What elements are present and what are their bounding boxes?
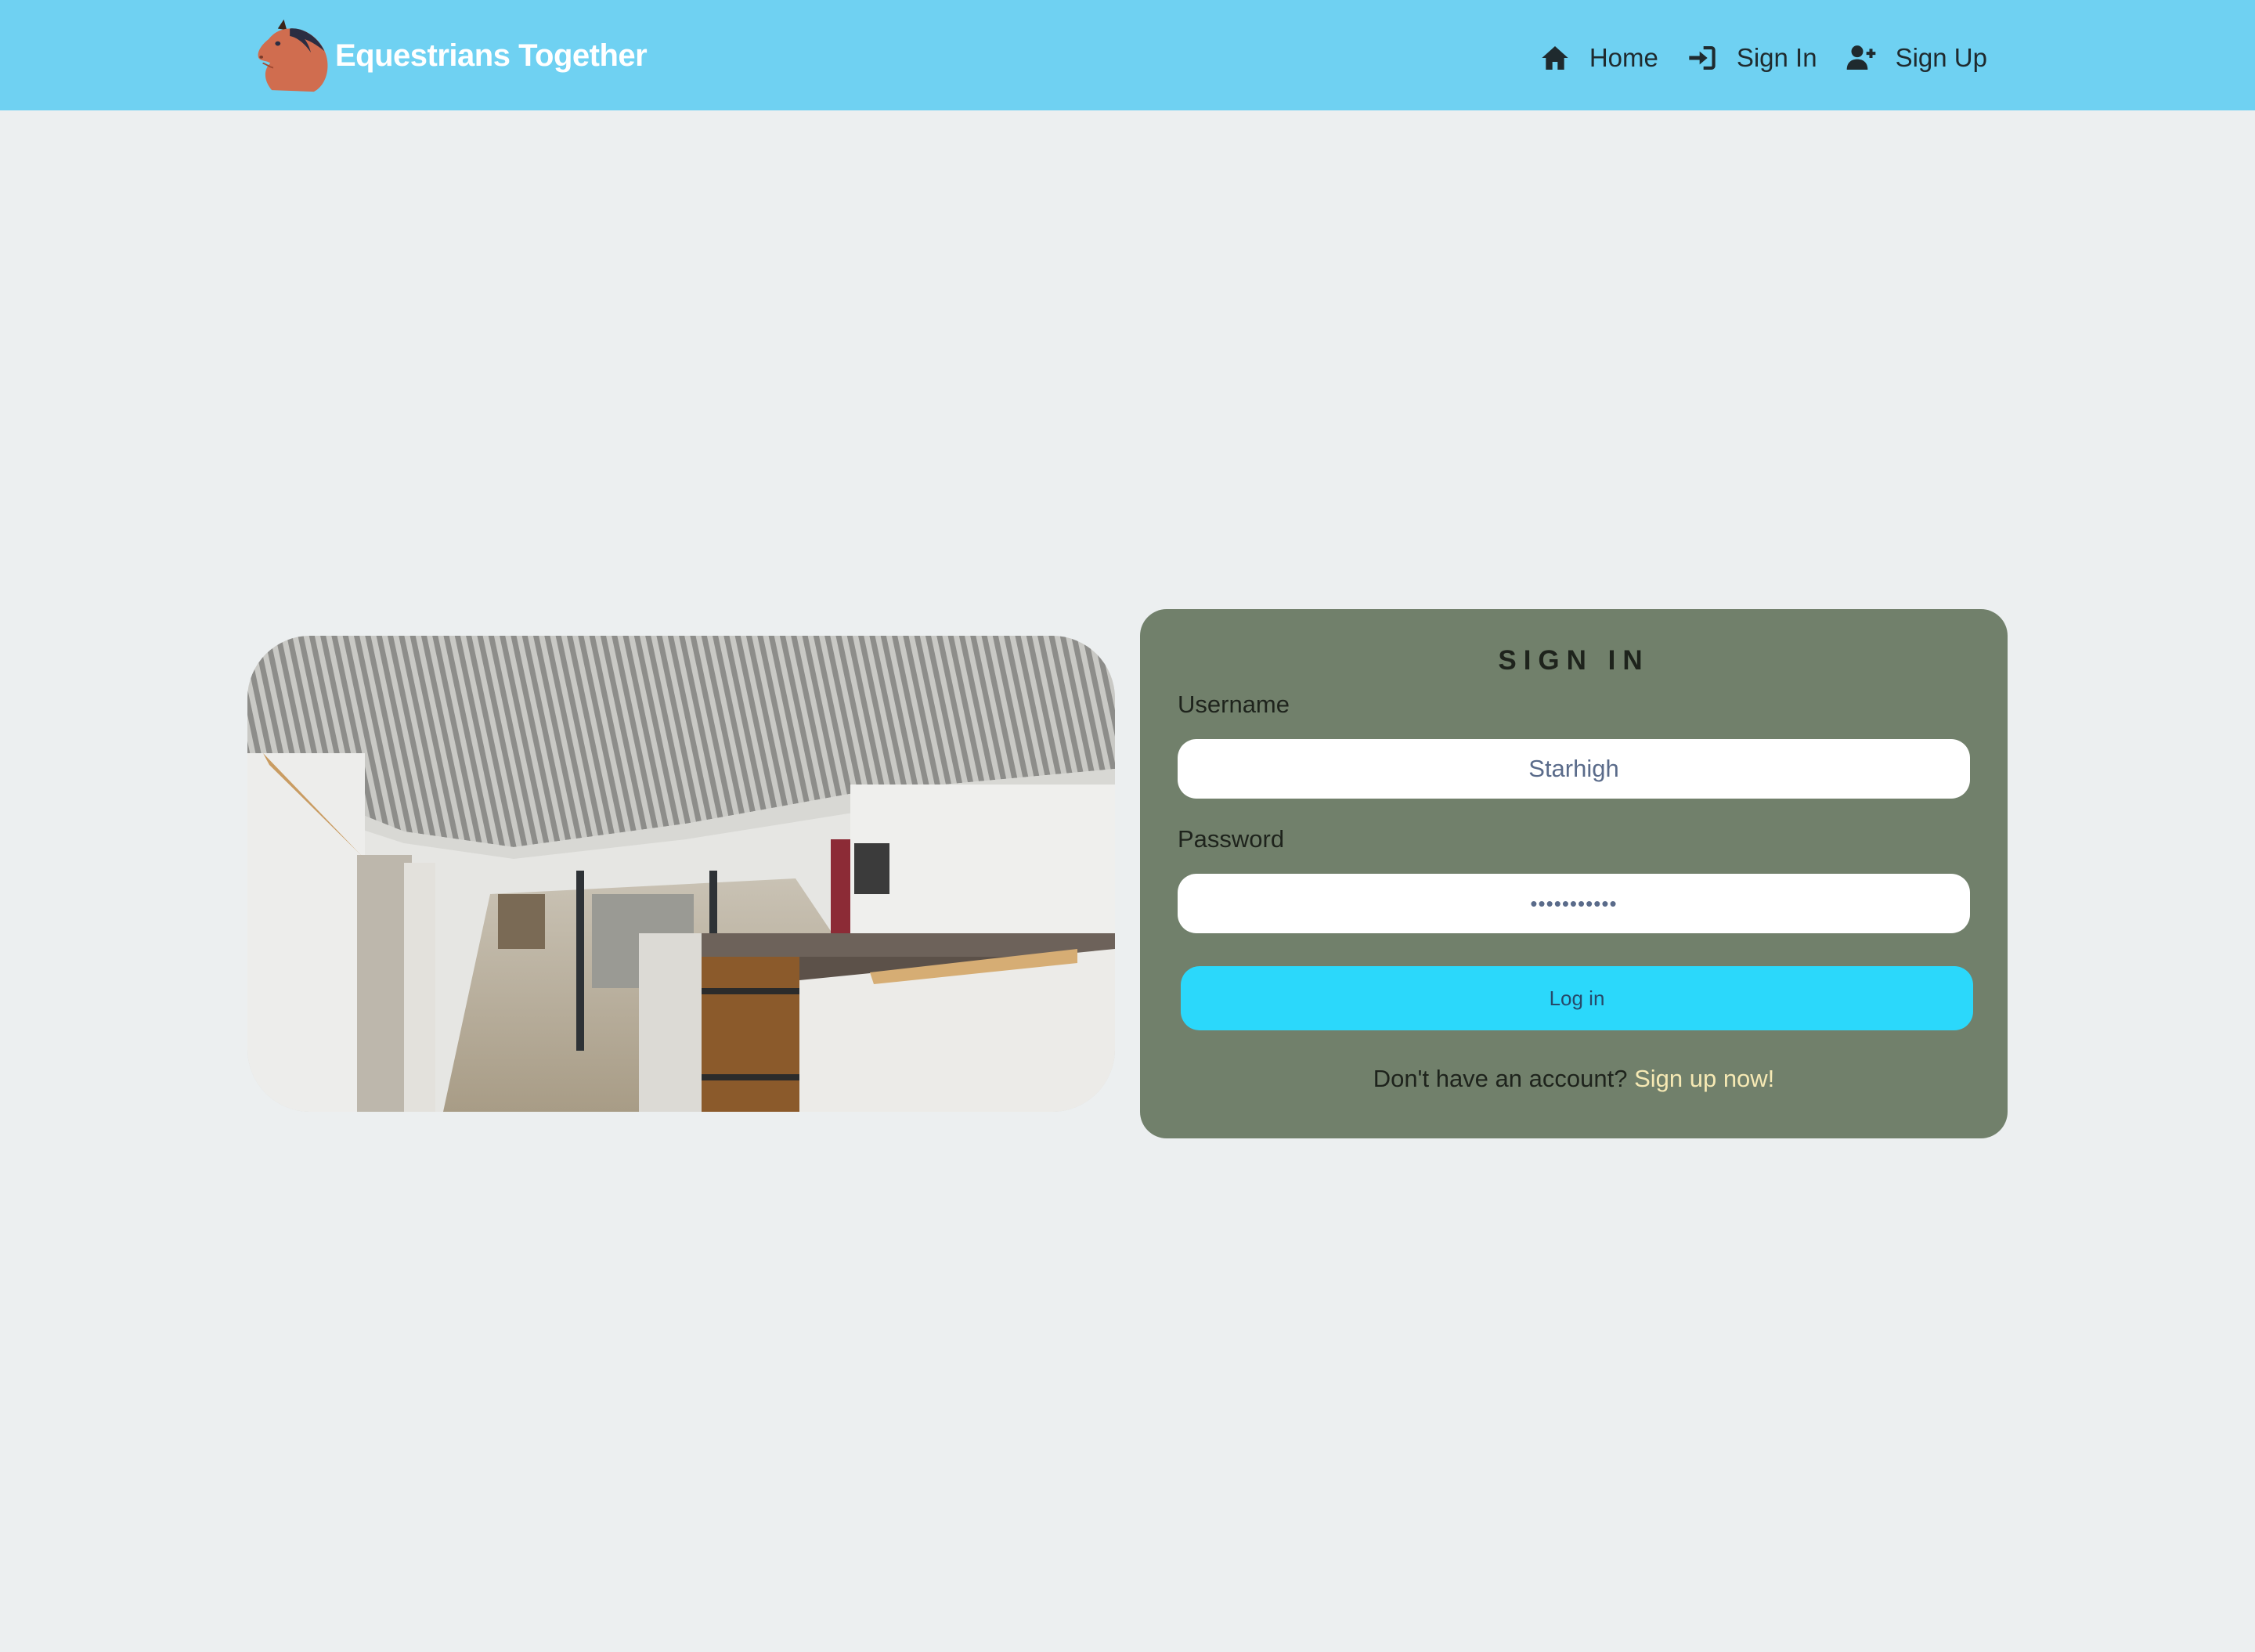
nav-home-label: Home xyxy=(1589,43,1658,72)
brand-link[interactable]: Equestrians Together xyxy=(255,17,648,94)
home-icon xyxy=(1542,46,1568,70)
main-nav: Home Sign In Sign Up xyxy=(1511,34,1987,81)
signup-prompt: Don't have an account? Sign up now! xyxy=(1140,1065,2008,1093)
nav-sign-up-label: Sign Up xyxy=(1895,43,1987,72)
sign-up-link[interactable]: Sign up now! xyxy=(1634,1065,1774,1092)
top-navbar: Equestrians Together Home Sign In Sign U… xyxy=(0,0,2255,110)
no-account-text: Don't have an account? xyxy=(1373,1065,1635,1092)
brand-name: Equestrians Together xyxy=(335,38,648,73)
nav-home[interactable]: Home xyxy=(1539,42,1658,74)
nav-sign-in-label: Sign In xyxy=(1736,43,1817,72)
username-label: Username xyxy=(1178,691,1290,718)
nav-sign-up[interactable]: Sign Up xyxy=(1845,42,1987,74)
sign-in-icon xyxy=(1689,46,1716,70)
horse-head-icon xyxy=(258,19,328,92)
password-input[interactable] xyxy=(1178,874,1970,933)
stable-photo xyxy=(247,636,1115,1112)
nav-sign-in[interactable]: Sign In xyxy=(1687,42,1817,74)
user-plus-icon xyxy=(1846,45,1875,70)
password-label: Password xyxy=(1178,825,1285,853)
sign-in-card: SIGN IN Username Password Log in Don't h… xyxy=(1140,609,2008,1138)
sign-in-title: SIGN IN xyxy=(1498,645,1650,676)
username-input[interactable] xyxy=(1178,739,1970,799)
log-in-button[interactable]: Log in xyxy=(1181,966,1973,1030)
